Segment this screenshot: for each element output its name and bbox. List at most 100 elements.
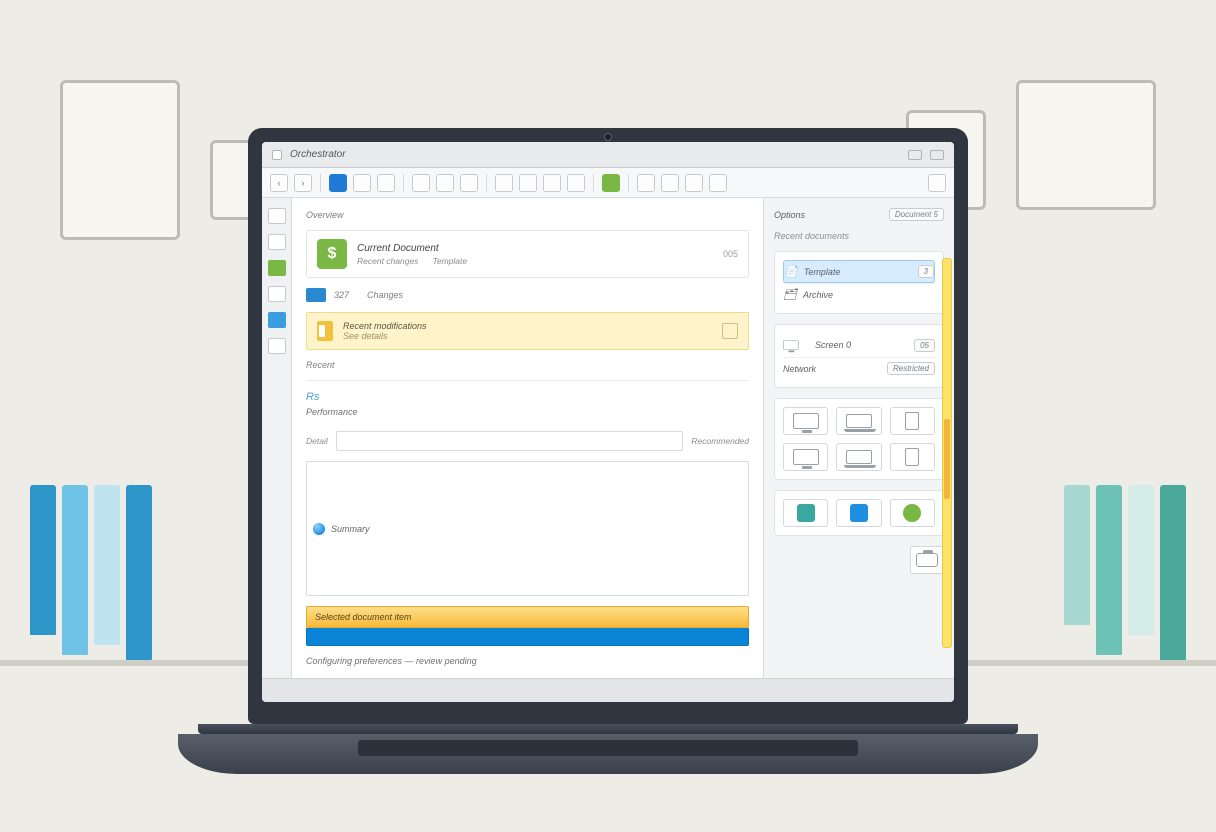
blue-dot-icon xyxy=(313,523,325,535)
toolbar-list-button[interactable] xyxy=(495,174,513,192)
toolbar-save-button[interactable] xyxy=(377,174,395,192)
scrollbar-thumb[interactable] xyxy=(944,419,950,499)
left-iconbar xyxy=(262,198,292,678)
rpanel-group1-label: Recent documents xyxy=(774,231,944,241)
teal-square-icon xyxy=(797,504,815,522)
rpanel-header: Options xyxy=(774,210,805,220)
toolbar-cut-button[interactable] xyxy=(412,174,430,192)
minimize-button[interactable] xyxy=(908,150,922,160)
page-icon xyxy=(905,448,919,466)
toolbar: ‹ › xyxy=(262,168,954,198)
perf-head: Performance xyxy=(306,407,749,417)
card-title: Current Document xyxy=(357,243,713,254)
toolbar-forward-button[interactable]: › xyxy=(294,174,312,192)
device-monitor-button[interactable] xyxy=(783,407,828,435)
vertical-scrollbar[interactable] xyxy=(942,258,952,648)
window-menu-icon[interactable] xyxy=(272,150,282,160)
iconbar-doc-icon[interactable] xyxy=(268,234,286,250)
monitor-icon xyxy=(783,340,799,350)
rpanel-row-screen[interactable]: Screen 0 05 xyxy=(783,333,935,357)
app-window: Orchestrator ‹ › xyxy=(262,142,954,702)
notice-line2: See details xyxy=(343,331,427,341)
rpanel-row-network[interactable]: Network Restricted xyxy=(783,357,935,379)
laptop-icon xyxy=(846,450,872,464)
toolbar-paste-button[interactable] xyxy=(460,174,478,192)
stat-chip-icon xyxy=(306,288,326,302)
primary-card[interactable]: $ Current Document Recent changes Templa… xyxy=(306,230,749,278)
rpanel-row-archive[interactable]: 🗂Archive xyxy=(783,283,935,305)
rpanel-assets xyxy=(774,490,944,536)
toolbar-options-button[interactable] xyxy=(709,174,727,192)
card-meta: 005 xyxy=(723,249,738,259)
toolbar-back-button[interactable]: ‹ xyxy=(270,174,288,192)
rpanel-devices xyxy=(774,398,944,480)
blue-square-icon xyxy=(850,504,868,522)
rpanel-row4-badge: Restricted xyxy=(887,362,935,375)
section2-label: Recent xyxy=(306,360,749,370)
stat-row: 327 Changes xyxy=(306,288,749,302)
notice-bar[interactable]: Recent modifications See details xyxy=(306,312,749,350)
selected-item-label: Selected document item xyxy=(315,612,412,622)
detail-label: Detail xyxy=(306,436,328,446)
status-text: Configuring preferences — review pending xyxy=(306,656,749,666)
template-icon: 📄 xyxy=(784,265,798,278)
toolbar-align-left-button[interactable] xyxy=(637,174,655,192)
rpanel-row-template[interactable]: 📄 Template 3 xyxy=(783,260,935,283)
progress-bar xyxy=(306,628,749,646)
page-icon xyxy=(905,412,919,430)
summary-label: Summary xyxy=(331,524,370,534)
detail-row: Detail Recommended xyxy=(306,431,749,451)
camera-icon xyxy=(916,553,938,567)
detail-input[interactable] xyxy=(336,431,684,451)
device-aux1-button[interactable] xyxy=(783,443,828,471)
asset-green-button[interactable] xyxy=(890,499,935,527)
device-aux3-button[interactable] xyxy=(890,443,935,471)
selected-item[interactable]: Selected document item xyxy=(306,606,749,628)
rpanel-row1-label: Template xyxy=(804,267,841,277)
app-title: Orchestrator xyxy=(290,149,346,160)
camera-dot-icon xyxy=(604,133,612,141)
titlebar: Orchestrator xyxy=(262,142,954,168)
asset-teal-button[interactable] xyxy=(783,499,828,527)
device-laptop-button[interactable] xyxy=(836,407,881,435)
toolbar-settings-button[interactable] xyxy=(928,174,946,192)
iconbar-more-icon[interactable] xyxy=(268,338,286,354)
toolbar-align-right-button[interactable] xyxy=(685,174,703,192)
detail-meta: Recommended xyxy=(691,436,749,446)
toolbar-open-button[interactable] xyxy=(353,174,371,192)
toolbar-grid-button[interactable] xyxy=(519,174,537,192)
rpanel-card1: 📄 Template 3 🗂Archive xyxy=(774,251,944,314)
iconbar-folder-icon[interactable] xyxy=(268,286,286,302)
toolbar-run-button[interactable] xyxy=(602,174,620,192)
perf-small-label: Rs xyxy=(306,391,319,403)
rpanel-tab[interactable]: Document 5 xyxy=(889,208,944,221)
device-aux2-button[interactable] xyxy=(836,443,881,471)
rpanel-row3-label: Screen 0 xyxy=(815,340,851,350)
notice-folder-icon xyxy=(317,321,333,341)
toolbar-copy-button[interactable] xyxy=(436,174,454,192)
asset-blue-button[interactable] xyxy=(836,499,881,527)
rpanel-row1-badge: 3 xyxy=(918,265,934,278)
iconbar-link-icon[interactable] xyxy=(268,312,286,328)
maximize-button[interactable] xyxy=(930,150,944,160)
stat-label: Changes xyxy=(367,290,403,300)
rpanel-row2-label: Archive xyxy=(803,290,833,300)
iconbar-home-icon[interactable] xyxy=(268,208,286,224)
green-circle-icon xyxy=(903,504,921,522)
device-page-button[interactable] xyxy=(890,407,935,435)
iconbar-active-icon[interactable] xyxy=(268,260,286,276)
rpanel-card2: Screen 0 05 Network Restricted xyxy=(774,324,944,388)
toolbar-view-button[interactable] xyxy=(567,174,585,192)
right-panel: Options Document 5 Recent documents 📄 Tem… xyxy=(764,198,954,678)
notice-line1: Recent modifications xyxy=(343,321,427,331)
toolbar-new-button[interactable] xyxy=(329,174,347,192)
monitor-icon xyxy=(793,413,819,429)
card-badge-icon: $ xyxy=(317,239,347,269)
toolbar-barcode-button[interactable] xyxy=(543,174,561,192)
camera-button[interactable] xyxy=(910,546,944,574)
toolbar-align-center-button[interactable] xyxy=(661,174,679,192)
performance-block: Rs Performance xyxy=(306,380,749,421)
notice-dismiss-button[interactable] xyxy=(722,323,738,339)
monitor-icon xyxy=(793,449,819,465)
summary-input[interactable]: Summary xyxy=(306,461,749,596)
